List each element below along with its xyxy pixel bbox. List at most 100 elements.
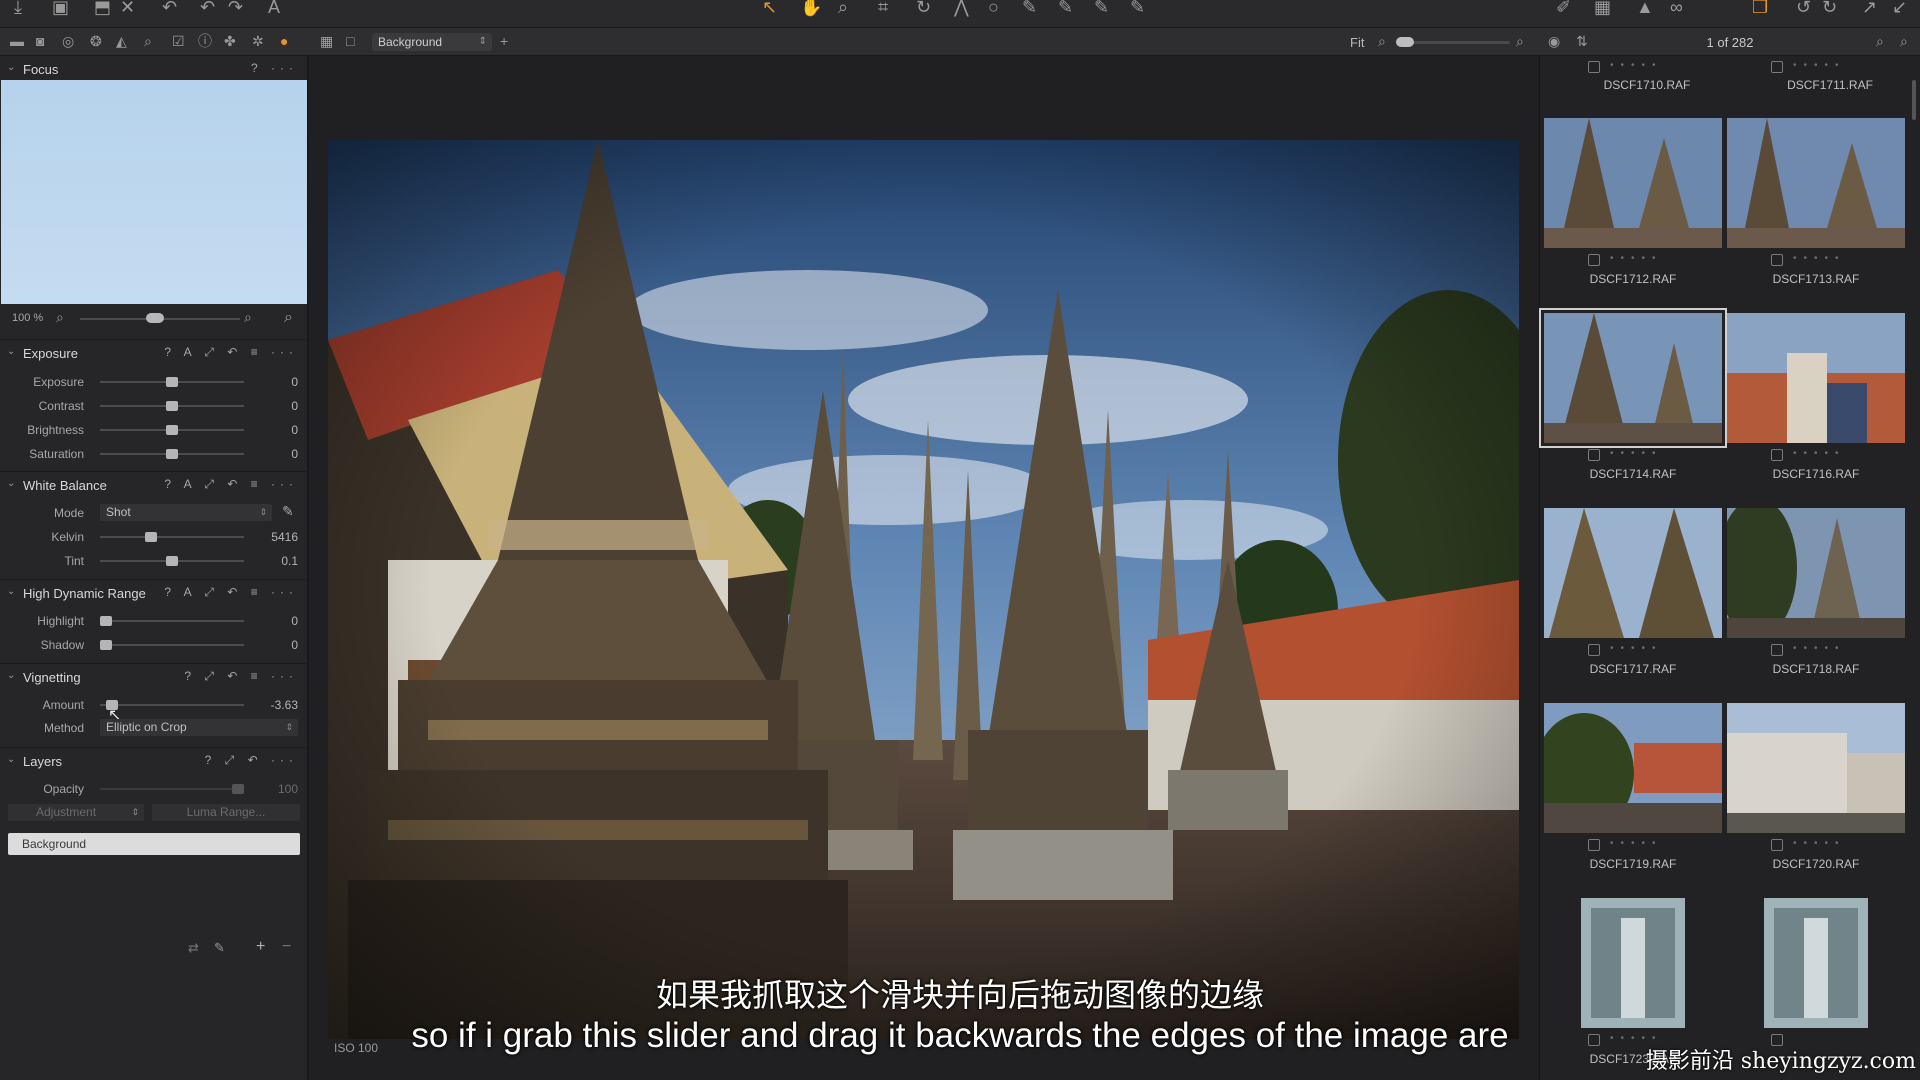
- viewer-zoom-track[interactable]: [1400, 41, 1510, 44]
- paste-icon[interactable]: ↙: [1892, 0, 1907, 18]
- saturation-value[interactable]: 0: [238, 447, 298, 461]
- main-photo[interactable]: [328, 140, 1519, 1039]
- add-layer-icon[interactable]: +: [500, 33, 508, 49]
- browser-scrollbar[interactable]: [1912, 80, 1916, 120]
- wb-mode-select[interactable]: Shot ⇕: [100, 504, 272, 521]
- shadow-slider-knob[interactable]: [100, 640, 112, 650]
- shadow-value[interactable]: 0: [238, 638, 298, 652]
- adjustment-select[interactable]: Adjustment ⇕: [8, 804, 144, 821]
- filter-icon[interactable]: ⌕: [1900, 33, 1908, 49]
- lens-tab-icon[interactable]: ◎: [62, 33, 74, 49]
- thumbnail[interactable]: [1727, 313, 1905, 443]
- warning-icon[interactable]: ▲: [1636, 0, 1654, 18]
- brightness-slider-knob[interactable]: [166, 425, 178, 435]
- white-balance-section-header[interactable]: ⌄ White Balance ? A ⤢ ↶ ≡ ···: [0, 471, 308, 497]
- vignetting-method-select[interactable]: Elliptic on Crop ⇕: [100, 719, 298, 736]
- focus-zoom-thumb[interactable]: [146, 313, 164, 323]
- zoom-in-icon[interactable]: ⌕: [244, 309, 252, 326]
- layer-single-icon[interactable]: □: [346, 33, 354, 49]
- opacity-value[interactable]: 100: [238, 782, 298, 796]
- redo-icon[interactable]: ↷: [228, 0, 243, 18]
- exposure-tools[interactable]: ? A ⤢ ↶ ≡ ···: [164, 345, 298, 360]
- custom-tab-icon[interactable]: ●: [280, 33, 288, 49]
- thumb-checkbox[interactable]: [1588, 449, 1600, 461]
- thumb-checkbox[interactable]: [1771, 254, 1783, 266]
- star-rating[interactable]: •••••: [1610, 253, 1663, 264]
- hand-tool-icon[interactable]: ✋: [800, 0, 822, 18]
- copy-icon[interactable]: ❐: [1752, 0, 1768, 18]
- layer-grid-icon[interactable]: ▦: [320, 33, 333, 49]
- thumbnail[interactable]: [1727, 118, 1905, 248]
- library-tab-icon[interactable]: ▬: [10, 33, 24, 49]
- pointer-tool-icon[interactable]: ↖: [762, 0, 777, 18]
- search-icon[interactable]: ⌕: [1876, 33, 1884, 49]
- remove-layer-icon[interactable]: −: [282, 938, 291, 956]
- sort-icon[interactable]: ⇅: [1576, 33, 1588, 49]
- amount-value[interactable]: -3.63: [238, 698, 298, 712]
- layer-list-item[interactable]: Background: [8, 833, 300, 855]
- highlight-slider-knob[interactable]: [100, 616, 112, 626]
- highlight-slider-track[interactable]: [100, 620, 244, 622]
- thumb-checkbox[interactable]: [1771, 644, 1783, 656]
- brightness-value[interactable]: 0: [238, 423, 298, 437]
- thumbnail-selected[interactable]: [1539, 308, 1727, 448]
- detail-tab-icon[interactable]: ⌕: [144, 33, 152, 49]
- spot-tool-icon[interactable]: ○: [988, 0, 999, 18]
- hdr-tools[interactable]: ? A ⤢ ↶ ≡ ···: [164, 585, 298, 600]
- output-tab-icon[interactable]: ✤: [224, 33, 236, 49]
- camera-icon[interactable]: ▣: [52, 0, 69, 18]
- crop-tool-icon[interactable]: ⌗: [878, 0, 888, 18]
- vignetting-section-header[interactable]: ⌄ Vignetting ? ⤢ ↶ ≡ ···: [0, 663, 308, 689]
- layer-selector[interactable]: Background ⇕: [372, 33, 492, 51]
- viewer-zoom-thumb[interactable]: [1396, 37, 1414, 47]
- white-balance-tools[interactable]: ? A ⤢ ↶ ≡ ···: [164, 477, 298, 492]
- rotate-tool-icon[interactable]: ↻: [916, 0, 931, 18]
- fit-label[interactable]: Fit: [1350, 35, 1364, 50]
- apply-icon[interactable]: ↗: [1862, 0, 1877, 18]
- keystone-tool-icon[interactable]: ⋀: [954, 0, 969, 18]
- eye-icon[interactable]: ◉: [1548, 33, 1560, 49]
- thumb-checkbox[interactable]: [1588, 254, 1600, 266]
- star-rating[interactable]: •••••: [1610, 643, 1663, 654]
- undo-icon[interactable]: ↶: [200, 0, 215, 18]
- highlight-value[interactable]: 0: [238, 614, 298, 628]
- capture-tab-icon[interactable]: ◙: [36, 33, 44, 49]
- thumbnail[interactable]: [1544, 118, 1722, 248]
- focus-tools[interactable]: ? ···: [251, 61, 298, 75]
- star-rating[interactable]: •••••: [1610, 60, 1663, 71]
- undo-disabled-icon[interactable]: ↶: [162, 0, 177, 18]
- add-layer-icon[interactable]: +: [256, 938, 265, 956]
- color-tab-icon[interactable]: ❂: [90, 33, 102, 49]
- luma-range-button[interactable]: Luma Range...: [152, 804, 300, 821]
- picker-tool-icon[interactable]: ✎: [1022, 0, 1037, 18]
- eraser-tool-icon[interactable]: ✎: [1094, 0, 1109, 18]
- layer-sync-icon[interactable]: ⇄: [188, 940, 199, 956]
- shadow-slider-track[interactable]: [100, 644, 244, 646]
- tint-value[interactable]: 0.1: [238, 554, 298, 568]
- thumb-checkbox[interactable]: [1588, 839, 1600, 851]
- thumbnail[interactable]: [1544, 508, 1722, 638]
- star-rating[interactable]: •••••: [1793, 643, 1846, 654]
- contrast-slider-knob[interactable]: [166, 401, 178, 411]
- text-tool-icon[interactable]: A: [268, 0, 280, 18]
- thumbnail[interactable]: [1727, 508, 1905, 638]
- sync-icon[interactable]: ↻: [1822, 0, 1837, 18]
- star-rating[interactable]: •••••: [1610, 448, 1663, 459]
- zoom-out-icon[interactable]: ⌕: [1378, 33, 1386, 49]
- layers-tools[interactable]: ? ⤢ ↶ ···: [205, 753, 298, 768]
- layer-brush-icon[interactable]: ✎: [214, 940, 225, 956]
- exposure-section-header[interactable]: ⌄ Exposure ? A ⤢ ↶ ≡ ···: [0, 339, 308, 365]
- info-tab-icon[interactable]: ⓘ: [198, 33, 212, 49]
- amount-slider-track[interactable]: [100, 704, 244, 706]
- vignetting-tools[interactable]: ? ⤢ ↶ ≡ ···: [184, 669, 298, 684]
- star-rating[interactable]: •••••: [1610, 838, 1663, 849]
- kelvin-value[interactable]: 5416: [238, 530, 298, 544]
- grid-icon[interactable]: ▦: [1594, 0, 1611, 18]
- zoom-tool-icon[interactable]: ⌕: [838, 0, 848, 18]
- thumb-checkbox[interactable]: [1588, 61, 1600, 73]
- export-icon[interactable]: ⬒: [94, 0, 111, 18]
- thumb-checkbox[interactable]: [1771, 449, 1783, 461]
- hdr-section-header[interactable]: ⌄ High Dynamic Range ? A ⤢ ↶ ≡ ···: [0, 579, 308, 605]
- star-rating[interactable]: •••••: [1793, 60, 1846, 71]
- star-rating[interactable]: •••••: [1793, 838, 1846, 849]
